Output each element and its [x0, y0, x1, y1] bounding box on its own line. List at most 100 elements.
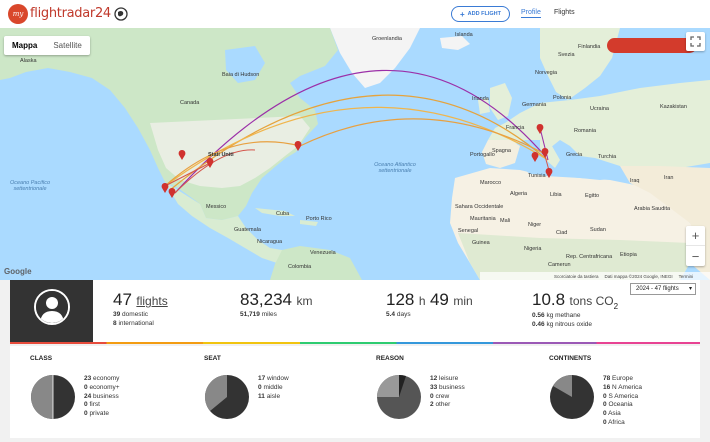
zoom-out-button[interactable]: −	[686, 246, 705, 266]
rainbow-divider	[10, 342, 700, 344]
stat-distance: 83,234 km 51,719 miles	[240, 290, 312, 319]
continent-europe-label: Europe	[612, 375, 634, 382]
map-label-germania: Germania	[522, 102, 547, 108]
class-business-count: 24	[84, 392, 92, 400]
map-label-alaska: Alaska	[20, 58, 37, 64]
reason-business-count: 33	[430, 383, 438, 391]
methane-value: 0.56	[532, 312, 545, 320]
continent-oceania-count: 0	[603, 401, 607, 409]
map-label-iran: Iran	[664, 175, 674, 181]
zoom-in-button[interactable]: +	[686, 226, 705, 246]
map-label-canada: Canada	[180, 100, 200, 106]
zoom-controls: + −	[686, 226, 705, 266]
legend-row: 2 other	[430, 401, 465, 410]
seat-middle-label: middle	[263, 383, 283, 391]
map-label-sahara: Sahara Occidentale	[455, 204, 504, 210]
stat-co2: 10.8 tons CO2 0.56 kg methane 0.46 kg ni…	[532, 290, 618, 329]
legend-row: 0 private	[84, 410, 120, 419]
class-legend: 23 economy 0 economy+ 24 business 0 firs…	[84, 375, 120, 419]
map-label-iraq: Iraq	[630, 178, 640, 184]
fullscreen-icon	[690, 36, 701, 47]
map-label-tunisia: Tunisia	[528, 173, 546, 179]
continents-title: CONTINENTS	[549, 355, 592, 362]
map-label-irlanda: Irlanda	[472, 96, 489, 102]
class-private-count: 0	[84, 410, 88, 418]
flight-map[interactable]: Islanda Svezia Finlandia Norvegia Irland…	[0, 28, 710, 280]
avatar-panel	[10, 280, 93, 342]
map-label-spagna: Spagna	[492, 148, 511, 154]
legend-row: 0 first	[84, 401, 120, 410]
breakdown-panel: CLASS 23 economy 0 economy+ 24 business …	[10, 346, 700, 438]
co2-unit: tons CO	[569, 294, 614, 308]
continent-asia-count: 0	[603, 410, 607, 418]
nitrous-value: 0.46	[532, 321, 545, 329]
hours-unit: h	[418, 294, 426, 308]
map-label-ciad: Ciad	[556, 230, 568, 236]
class-title: CLASS	[30, 355, 53, 362]
logo-badge[interactable]: my	[8, 4, 28, 24]
map-label-cma: Rep. Centrafricana	[566, 254, 613, 260]
reason-title: REASON	[376, 355, 404, 362]
days-value: 5.4	[386, 311, 396, 318]
domestic-count: 39	[113, 311, 121, 318]
nav-flights-link[interactable]: Flights	[554, 9, 575, 16]
continent-europe-count: 78	[603, 375, 611, 382]
plus-icon: +	[460, 9, 465, 19]
globe-icon[interactable]	[114, 7, 128, 21]
year-select[interactable]: 2024 - 47 flights ▾	[630, 283, 696, 295]
seat-window-label: window	[267, 375, 289, 382]
map-label-grecia: Grecia	[566, 152, 583, 158]
top-header: my flightradar24 + ADD FLIGHT Profile Fl…	[0, 0, 710, 28]
map-label-ucraina: Ucraina	[590, 106, 609, 112]
logo-text[interactable]: flightradar24	[30, 6, 111, 21]
stats-bar: 47 flights 39 domestic 8 international 8…	[10, 280, 700, 342]
reason-other-count: 2	[430, 401, 434, 409]
map-type-map-button[interactable]: Mappa	[4, 36, 45, 55]
map-attribution: Scorciatoie da tastiera Dati mappa ©2024…	[480, 272, 710, 280]
map-label-egitto: Egitto	[585, 193, 600, 199]
co2-value: 10.8	[532, 290, 566, 309]
map-label-stati-uniti: Stati Uniti	[208, 152, 234, 158]
reason-crew-count: 0	[430, 392, 434, 400]
flights-link[interactable]: flights	[136, 294, 167, 308]
add-flight-button[interactable]: + ADD FLIGHT	[451, 6, 510, 22]
map-type-toggle: Mappa Satellite	[4, 36, 90, 55]
fullscreen-button[interactable]	[686, 32, 705, 51]
reason-crew-label: crew	[435, 392, 450, 400]
reason-leisure-label: leisure	[439, 375, 459, 382]
map-type-satellite-button[interactable]: Satellite	[45, 36, 89, 55]
map-label-romania: Romania	[574, 128, 597, 134]
map-label-algeria: Algeria	[510, 191, 528, 197]
continent-samerica-count: 0	[603, 392, 607, 400]
legend-row: 0 S America	[603, 393, 642, 402]
map-label-francia: Francia	[506, 125, 525, 131]
miles-label: miles	[261, 311, 277, 318]
nav-profile-link[interactable]: Profile	[521, 9, 541, 18]
legend-row: 0 Africa	[603, 419, 642, 428]
redacted-overlay	[607, 38, 697, 53]
map-label-turchia: Turchia	[598, 154, 617, 160]
seat-middle-count: 0	[258, 383, 262, 391]
distance-unit: km	[296, 294, 313, 308]
attribution-shortcuts[interactable]: Scorciatoie da tastiera	[554, 274, 599, 279]
class-economyplus-count: 0	[84, 383, 88, 391]
map-label-kazakistan: Kazakistan	[660, 104, 687, 110]
map-label-nigeria: Nigeria	[524, 246, 542, 252]
legend-row: 0 Asia	[603, 410, 642, 419]
map-label-marocco: Marocco	[480, 180, 502, 186]
continent-africa-label: Africa	[608, 418, 625, 426]
stat-duration: 128 h 49 min 5.4 days	[386, 290, 473, 319]
legend-row: 0 economy+	[84, 384, 120, 393]
attribution-terms[interactable]: Termini	[679, 274, 694, 279]
map-label-messico: Messico	[206, 204, 227, 210]
avatar[interactable]	[34, 289, 70, 325]
map-label-norvegia: Norvegia	[535, 70, 558, 76]
class-economy-label: economy	[93, 375, 120, 382]
add-flight-label: ADD FLIGHT	[467, 11, 501, 17]
map-label-finlandia: Finlandia	[578, 44, 601, 50]
map-label-arabia-saudita: Arabia Saudita	[634, 206, 671, 212]
stat-flights: 47 flights 39 domestic 8 international	[113, 290, 168, 328]
continent-africa-count: 0	[603, 418, 607, 426]
legend-row: 0 middle	[258, 384, 289, 393]
continent-namerica-label: N America	[612, 383, 643, 391]
